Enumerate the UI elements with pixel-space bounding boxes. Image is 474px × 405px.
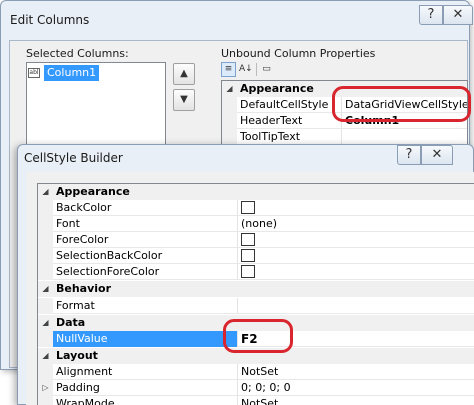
collapse-icon[interactable]: ◢ [222, 81, 237, 97]
unbound-properties-label: Unbound Column Properties [221, 47, 376, 60]
cellstyle-builder-title: CellStyle Builder [24, 151, 123, 165]
property-row[interactable]: SelectionBackColor [38, 248, 474, 264]
property-name: Padding [53, 380, 238, 396]
category-row[interactable]: ◢ Appearance [222, 81, 467, 97]
textbox-column-icon: abl [28, 68, 40, 78]
property-row-selected[interactable]: NullValue F2 [38, 331, 474, 347]
property-name: Format [53, 298, 238, 314]
category-row-appearance[interactable]: ◢ Appearance [38, 184, 474, 200]
category-row-layout[interactable]: ◢ Layout [38, 348, 474, 364]
property-name: WrapMode [53, 396, 238, 405]
list-item[interactable]: abl Column1 [28, 65, 118, 81]
property-name: SelectionForeColor [53, 264, 238, 280]
property-value[interactable] [238, 264, 468, 280]
property-row[interactable]: SelectionForeColor [38, 264, 474, 280]
property-name: BackColor [53, 200, 238, 216]
color-swatch [241, 264, 255, 278]
color-swatch [241, 200, 255, 214]
property-value[interactable]: 0; 0; 0; 0 [238, 380, 468, 396]
property-value[interactable]: DataGridViewCellStyle { } [342, 97, 467, 113]
help-button[interactable]: ? [419, 5, 443, 25]
collapse-icon[interactable]: ◢ [38, 184, 53, 200]
collapse-icon[interactable]: ◢ [38, 315, 53, 331]
property-value[interactable] [238, 298, 468, 314]
property-row[interactable]: ▷ Padding 0; 0; 0; 0 [38, 380, 474, 396]
property-name: HeaderText [237, 113, 342, 129]
property-row[interactable]: BackColor [38, 200, 474, 216]
close-button[interactable]: ✕ [443, 5, 473, 25]
property-row[interactable]: Font (none) [38, 216, 474, 232]
property-pages-icon[interactable]: ▭ [259, 62, 274, 77]
column-name: Column1 [44, 65, 100, 81]
nullvalue-input[interactable]: F2 [238, 331, 468, 347]
help-button[interactable]: ? [397, 145, 421, 165]
arrow-down-icon: ▼ [180, 94, 188, 105]
category-row-data[interactable]: ◢ Data [38, 315, 474, 331]
property-grid-toolbar: ≡ A↓ ▭ [221, 62, 467, 78]
categorized-icon[interactable]: ≡ [221, 62, 236, 77]
property-name: Font [53, 216, 238, 232]
property-row[interactable]: ToolTipText [222, 129, 467, 145]
cellstyle-property-grid[interactable]: ◢ Appearance BackColor Font (none) ForeC… [37, 183, 474, 405]
category-row-behavior[interactable]: ◢ Behavior [38, 281, 474, 297]
property-name: DefaultCellStyle [237, 97, 342, 113]
property-row[interactable]: HeaderText Column1 [222, 113, 467, 129]
property-value[interactable]: NotSet [238, 396, 468, 405]
property-name: ForeColor [53, 232, 238, 248]
property-value[interactable]: (none) [238, 216, 468, 232]
property-row[interactable]: ForeColor [38, 232, 474, 248]
move-up-button[interactable]: ▲ [173, 63, 195, 85]
property-value[interactable] [238, 248, 468, 264]
property-row[interactable]: Alignment NotSet [38, 364, 474, 380]
collapse-icon[interactable]: ◢ [38, 281, 53, 297]
property-value[interactable] [342, 129, 467, 145]
arrow-up-icon: ▲ [180, 68, 188, 79]
expand-icon[interactable]: ▷ [38, 380, 53, 396]
property-name: Alignment [53, 364, 238, 380]
property-name: SelectionBackColor [53, 248, 238, 264]
close-button[interactable]: ✕ [421, 145, 453, 165]
property-name: NullValue [53, 331, 238, 347]
color-swatch [241, 232, 255, 246]
edit-columns-title: Edit Columns [10, 13, 90, 27]
property-value[interactable] [238, 232, 468, 248]
category-label: Appearance [53, 184, 453, 200]
property-value[interactable]: Column1 [342, 113, 467, 129]
property-value[interactable]: NotSet [238, 364, 468, 380]
toolbar-separator [256, 63, 257, 76]
property-row[interactable]: WrapMode NotSet [38, 396, 474, 405]
category-label: Behavior [53, 281, 453, 297]
property-name: ToolTipText [237, 129, 342, 145]
collapse-icon[interactable]: ◢ [38, 348, 53, 364]
property-value[interactable] [238, 200, 468, 216]
category-label: Appearance [237, 81, 467, 97]
selected-columns-label: Selected Columns: [26, 47, 129, 60]
property-row[interactable]: Format [38, 298, 474, 314]
property-row[interactable]: DefaultCellStyle DataGridViewCellStyle {… [222, 97, 467, 113]
column-property-grid[interactable]: ◢ Appearance DefaultCellStyle DataGridVi… [221, 80, 468, 152]
move-down-button[interactable]: ▼ [173, 89, 195, 111]
category-label: Data [53, 315, 453, 331]
alphabetical-sort-icon[interactable]: A↓ [238, 62, 253, 77]
category-label: Layout [53, 348, 453, 364]
color-swatch [241, 248, 255, 262]
